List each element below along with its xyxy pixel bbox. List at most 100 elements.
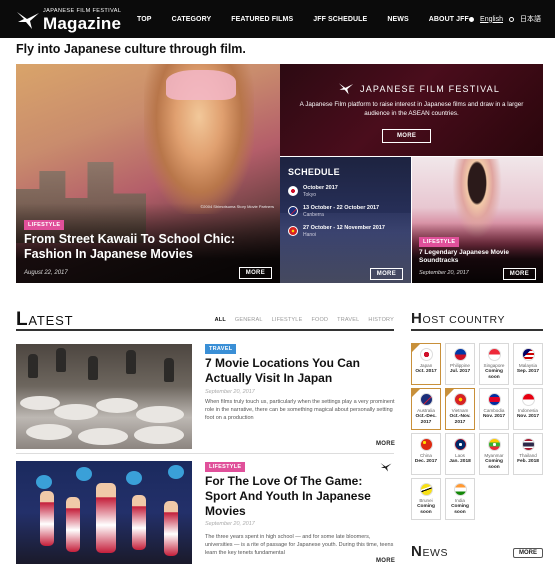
country-vietnam[interactable]: Vietnam Oct.-Nov. 2017: [445, 388, 475, 430]
hero-card[interactable]: ©2004 Shimotsuma Story Movie Partners LI…: [16, 64, 280, 283]
filter-all[interactable]: ALL: [215, 317, 226, 323]
category-tag[interactable]: LIFESTYLE: [419, 237, 460, 247]
lang-japanese[interactable]: 日本語: [520, 14, 541, 24]
country-malaysia[interactable]: Malaysia Sep. 2017: [513, 343, 543, 385]
philippines-flag-icon: [454, 348, 467, 361]
radio-english-icon[interactable]: [469, 16, 475, 22]
country-brunei[interactable]: Brunei Coming soon: [411, 478, 441, 520]
crane-icon: [380, 463, 392, 472]
country-japan[interactable]: Japan Oct. 2017: [411, 343, 441, 385]
hero-date: August 22, 2017: [24, 270, 68, 276]
category-tag[interactable]: LIFESTYLE: [205, 462, 246, 472]
latest-title-cap: L: [16, 309, 29, 330]
schedule-row[interactable]: 27 October - 12 November 2017 Hanoi: [288, 225, 385, 238]
article-divider: [16, 453, 394, 454]
photo-figure: [164, 358, 174, 382]
article-title[interactable]: For The Love Of The Game: Sport And Yout…: [205, 474, 390, 519]
country-date: Nov. 2017: [482, 414, 506, 419]
article-date: September 20, 2017: [205, 389, 255, 395]
menu-jff-schedule[interactable]: JFF SCHEDULE: [313, 16, 367, 23]
country-name: Cambodia: [483, 408, 505, 413]
brunei-flag-icon: [420, 483, 433, 496]
schedule-card: SCHEDULE October 2017 Tokyo 13 October -…: [280, 157, 411, 283]
filter-history[interactable]: HISTORY: [368, 317, 394, 323]
article-more-link[interactable]: MORE: [376, 441, 395, 447]
vietnam-flag-icon: [454, 393, 467, 406]
hero-more-button[interactable]: MORE: [238, 267, 272, 279]
country-date: Oct. 2017: [415, 369, 437, 374]
country-myanmar[interactable]: Myanmar Coming soon: [479, 433, 509, 475]
card-more-button[interactable]: MORE: [502, 268, 536, 280]
menu-news[interactable]: NEWS: [387, 16, 408, 23]
category-filters: ALL GENERAL LIFESTYLE FOOD TRAVEL HISTOR…: [215, 317, 394, 323]
schedule-row[interactable]: 13 October - 22 October 2017 Canberra: [288, 205, 379, 218]
schedule-row[interactable]: October 2017 Tokyo: [288, 185, 338, 198]
country-thailand[interactable]: Thailand Feb. 2018: [513, 433, 543, 475]
past-marker-icon: [446, 389, 454, 397]
photo-figure: [66, 497, 80, 552]
menu-top[interactable]: TOP: [137, 16, 152, 23]
article-title[interactable]: 7 Movie Locations You Can Actually Visit…: [205, 356, 395, 386]
country-cambodia[interactable]: Cambodia Nov. 2017: [479, 388, 509, 430]
language-switcher: English 日本語: [469, 14, 541, 24]
country-date: Oct.-Dec. 2017: [415, 414, 437, 425]
lang-english[interactable]: English: [480, 16, 503, 23]
country-date: Coming soon: [417, 504, 435, 515]
article-more-link[interactable]: MORE: [376, 558, 395, 564]
country-date: Nov. 2017: [516, 414, 540, 419]
news-title: NEWS: [411, 543, 448, 560]
country-name: Singapore: [483, 363, 505, 368]
filter-lifestyle[interactable]: LIFESTYLE: [272, 317, 303, 323]
photo-figure: [132, 495, 146, 550]
site-logo[interactable]: JAPANESE FILM FESTIVAL Magazine: [16, 6, 126, 34]
photo-pompom: [126, 471, 142, 485]
country-date: Coming soon: [485, 369, 503, 380]
china-flag-icon: [420, 438, 433, 451]
country-china[interactable]: China Dec. 2017: [411, 433, 441, 475]
photo-fish: [96, 398, 138, 413]
photo-fish: [20, 396, 60, 410]
photo-credit: ©2004 Shimotsuma Story Movie Partners: [200, 204, 274, 209]
country-name: India: [455, 498, 465, 503]
country-indonesia[interactable]: Indonesia Nov. 2017: [513, 388, 543, 430]
photo-figure: [28, 354, 38, 378]
photo-pompom: [36, 475, 52, 489]
vietnam-flag-icon: [288, 226, 298, 236]
country-india[interactable]: India Coming soon: [445, 478, 475, 520]
schedule-more-button[interactable]: MORE: [369, 268, 403, 280]
photo-fish: [54, 404, 98, 420]
radio-japanese-icon[interactable]: [509, 16, 514, 22]
article-image-fish-market[interactable]: [16, 344, 192, 449]
menu-about-jff[interactable]: ABOUT JFF: [429, 16, 469, 23]
country-name: Philippine: [450, 363, 470, 368]
india-flag-icon: [454, 483, 467, 496]
article-image-cheerleaders[interactable]: [16, 461, 192, 564]
lifestyle-card[interactable]: LIFESTYLE 7 Legendary Japanese Movie Sou…: [412, 157, 543, 283]
country-philippine[interactable]: Philippine Jul. 2017: [445, 343, 475, 385]
card-title[interactable]: 7 Legendary Japanese Movie Soundtracks: [419, 249, 539, 265]
filter-travel[interactable]: TRAVEL: [337, 317, 359, 323]
country-laos[interactable]: Laos Jan. 2018: [445, 433, 475, 475]
article-excerpt: When films truly touch us, particularly …: [205, 399, 395, 421]
top-nav: JAPANESE FILM FESTIVAL Magazine TOP CATE…: [0, 0, 555, 38]
country-name: Malaysia: [518, 363, 538, 368]
hero-title[interactable]: From Street Kawaii To School Chic: Fashi…: [24, 232, 254, 262]
filter-general[interactable]: GENERAL: [235, 317, 263, 323]
category-tag[interactable]: TRAVEL: [205, 344, 237, 354]
country-name: Indonesia: [518, 408, 538, 413]
country-name: China: [419, 453, 432, 458]
photo-fish: [78, 428, 128, 445]
news-more-button[interactable]: MORE: [513, 548, 543, 558]
japan-flag-icon: [288, 186, 298, 196]
country-name: Myanmar: [484, 453, 504, 458]
filter-food[interactable]: FOOD: [311, 317, 328, 323]
country-singapore[interactable]: Singapore Coming soon: [479, 343, 509, 385]
menu-featured-films[interactable]: FEATURED FILMS: [231, 16, 293, 23]
country-australia[interactable]: Australia Oct.-Dec. 2017: [411, 388, 441, 430]
menu-category[interactable]: CATEGORY: [172, 16, 212, 23]
schedule-title: SCHEDULE: [288, 167, 340, 177]
japan-flag-icon: [420, 348, 433, 361]
australia-flag-icon: [288, 206, 298, 216]
category-tag[interactable]: LIFESTYLE: [24, 220, 65, 230]
jff-more-button[interactable]: MORE: [382, 129, 432, 143]
